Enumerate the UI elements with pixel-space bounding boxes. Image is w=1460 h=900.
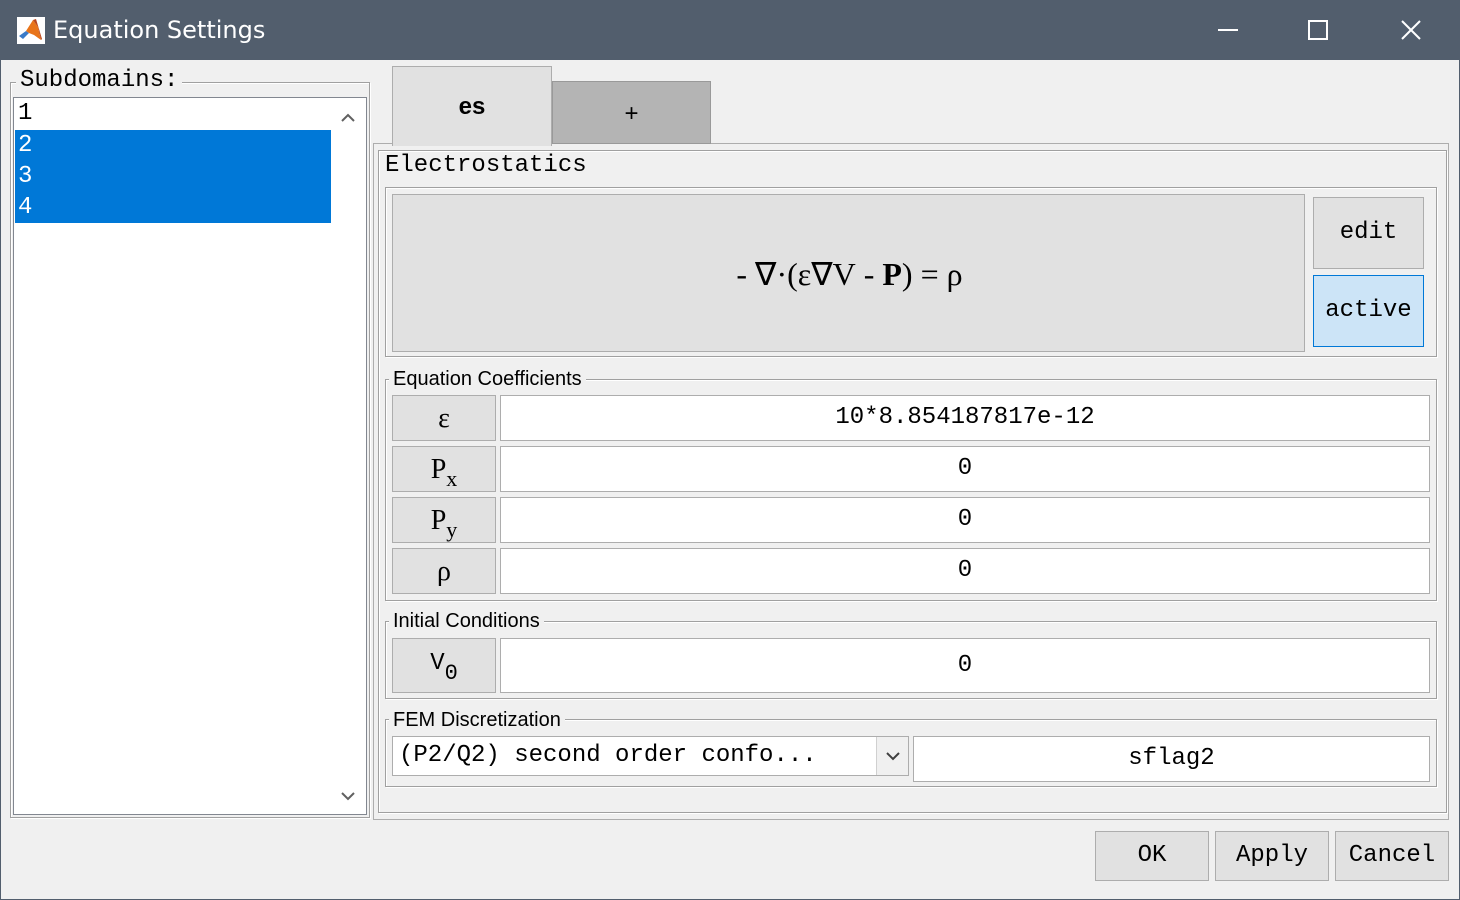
coef-subscript: y (446, 517, 458, 542)
fem-label: FEM Discretization (389, 709, 565, 732)
title-bar: Equation Settings (0, 0, 1460, 60)
tab-es[interactable]: es (392, 66, 552, 146)
coef-field-rho[interactable]: 0 (500, 548, 1430, 594)
equation-display: - ∇·(ε∇V - P) = ρ (392, 194, 1305, 352)
tab-add[interactable]: + (552, 81, 711, 144)
initial-conditions-label: Initial Conditions (389, 610, 544, 633)
ok-button[interactable]: OK (1095, 831, 1209, 881)
electrostatics-label: Electrostatics (381, 152, 591, 179)
scroll-up-button[interactable] (340, 110, 356, 126)
list-item[interactable]: 1 (15, 98, 331, 129)
minimize-icon (1218, 29, 1238, 31)
coef-symbol: V (430, 650, 445, 677)
coef-label-px: Px (392, 446, 496, 492)
coef-field-py[interactable]: 0 (500, 497, 1430, 543)
coefficients-label: Equation Coefficients (389, 368, 586, 391)
close-icon (1401, 20, 1421, 40)
list-item[interactable]: 2 (15, 130, 331, 161)
edit-button[interactable]: edit (1313, 197, 1424, 269)
coef-field-px[interactable]: 0 (500, 446, 1430, 492)
coef-label-rho: ρ (392, 548, 496, 594)
chevron-down-icon (341, 792, 355, 801)
equation-text: - ∇·(ε∇V - P) = ρ (736, 256, 963, 292)
shape-function-field[interactable]: sflag2 (913, 736, 1430, 782)
active-toggle-button[interactable]: active (1313, 275, 1424, 347)
close-button[interactable] (1365, 0, 1457, 60)
matlab-icon (17, 17, 45, 44)
minimize-button[interactable] (1182, 0, 1274, 60)
coef-symbol: P (430, 505, 447, 536)
coef-symbol: ρ (437, 556, 451, 587)
coef-subscript: 0 (444, 661, 458, 686)
chevron-up-icon (341, 113, 355, 122)
dropdown-button[interactable] (876, 737, 908, 775)
list-item[interactable]: 4 (15, 192, 331, 223)
initial-value-field[interactable]: 0 (500, 638, 1430, 693)
scroll-down-button[interactable] (340, 788, 356, 804)
maximize-button[interactable] (1272, 0, 1364, 60)
coef-label-py: Py (392, 497, 496, 543)
subdomains-label: Subdomains: (16, 67, 183, 94)
cancel-button[interactable]: Cancel (1335, 831, 1449, 881)
coef-field-epsilon[interactable]: 10*8.854187817e-12 (500, 395, 1430, 441)
coef-label-epsilon: ε (392, 395, 496, 441)
fem-element-dropdown[interactable]: (P2/Q2) second order confo... (392, 736, 909, 776)
coef-symbol: ε (438, 403, 450, 434)
coef-label-v0: V0 (392, 638, 496, 693)
window-title: Equation Settings (53, 16, 266, 44)
maximize-icon (1308, 20, 1328, 40)
coef-subscript: x (446, 466, 458, 491)
coef-symbol: P (430, 454, 447, 485)
list-item[interactable]: 3 (15, 161, 331, 192)
apply-button[interactable]: Apply (1215, 831, 1329, 881)
dropdown-value: (P2/Q2) second order confo... (399, 742, 817, 769)
subdomain-list[interactable]: 1 2 3 4 (13, 97, 367, 815)
chevron-down-icon (886, 752, 900, 761)
